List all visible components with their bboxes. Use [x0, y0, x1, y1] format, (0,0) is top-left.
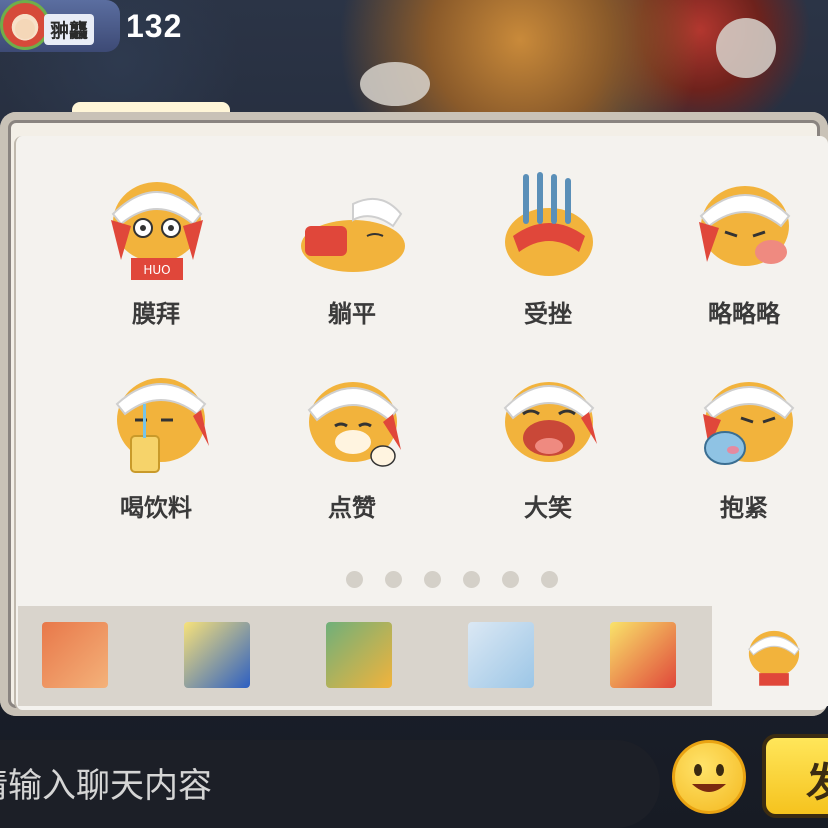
send-button[interactable]: 发: [762, 734, 828, 818]
page-indicator: [346, 571, 576, 591]
sticker-label: 膜拜: [132, 300, 180, 328]
tiger-worship-icon: HUO: [111, 182, 203, 280]
sticker-item[interactable]: 躺平: [252, 160, 442, 350]
sticker-label: 躺平: [328, 300, 376, 328]
player-badge[interactable]: 翀龘: [0, 0, 120, 52]
background-decoration: [360, 62, 430, 106]
tiger-thumbs-up-icon: [307, 382, 401, 467]
sticker-label: 点赞: [328, 494, 376, 522]
page-dot[interactable]: [424, 571, 441, 588]
sticker-label: 略略略: [708, 300, 780, 328]
emoji-button[interactable]: [672, 740, 746, 814]
sticker-item[interactable]: 抱紧: [644, 354, 828, 544]
sticker-label: 抱紧: [720, 494, 768, 522]
sticker-item[interactable]: 大笑: [448, 354, 638, 544]
chat-input-bar: [0, 740, 660, 828]
tiger-lying-flat-icon: [301, 197, 405, 272]
page-dot[interactable]: [463, 571, 480, 588]
player-avatar[interactable]: [0, 0, 50, 50]
svg-text:HUO: HUO: [143, 263, 170, 277]
raccoon-flag-pack-icon[interactable]: [42, 622, 108, 688]
tiger-hug-icon: [703, 382, 795, 465]
sticker-item[interactable]: 点赞: [252, 354, 442, 544]
tiger-pack-icon[interactable]: [712, 606, 828, 706]
ice-girl-pack-icon[interactable]: [468, 622, 534, 688]
page-dot[interactable]: [502, 571, 519, 588]
sticker-label: 喝饮料: [120, 494, 192, 522]
sticker-item[interactable]: HUO 膜拜: [56, 160, 246, 350]
tiger-tongue-out-icon: [699, 186, 791, 266]
tiger-laughing-icon: [503, 382, 597, 462]
sticker-panel: HUO 膜拜 躺平 受挫 略略略 喝饮料 点赞 大笑 抱紧: [0, 112, 828, 716]
sticker-item[interactable]: 受挫: [448, 160, 638, 350]
page-dot[interactable]: [385, 571, 402, 588]
sticker-label: 受挫: [524, 300, 572, 328]
sticker-pack-bar: [18, 606, 828, 706]
page-dot[interactable]: [541, 571, 558, 588]
sticker-panel-inner: HUO 膜拜 躺平 受挫 略略略 喝饮料 点赞 大笑 抱紧: [14, 136, 828, 710]
sticker-label: 大笑: [524, 494, 572, 522]
sticker-grid: HUO 膜拜 躺平 受挫 略略略 喝饮料 点赞 大笑 抱紧: [56, 160, 828, 560]
tiger-drinking-icon: [115, 378, 209, 473]
animal-group-pack-icon[interactable]: [326, 622, 392, 688]
sticker-item[interactable]: 略略略: [644, 160, 828, 350]
bird-cake-pack-icon[interactable]: [610, 622, 676, 688]
background-decoration: [716, 18, 776, 78]
tiger-frustrated-icon: [505, 172, 593, 276]
sticker-item[interactable]: 喝饮料: [56, 354, 246, 544]
player-score: 132: [126, 8, 183, 44]
sonic-pack-icon[interactable]: [184, 622, 250, 688]
player-name: 翀龘: [44, 14, 95, 45]
chat-input[interactable]: [0, 764, 590, 808]
page-dot[interactable]: [346, 571, 363, 588]
smiley-icon: [692, 764, 726, 792]
